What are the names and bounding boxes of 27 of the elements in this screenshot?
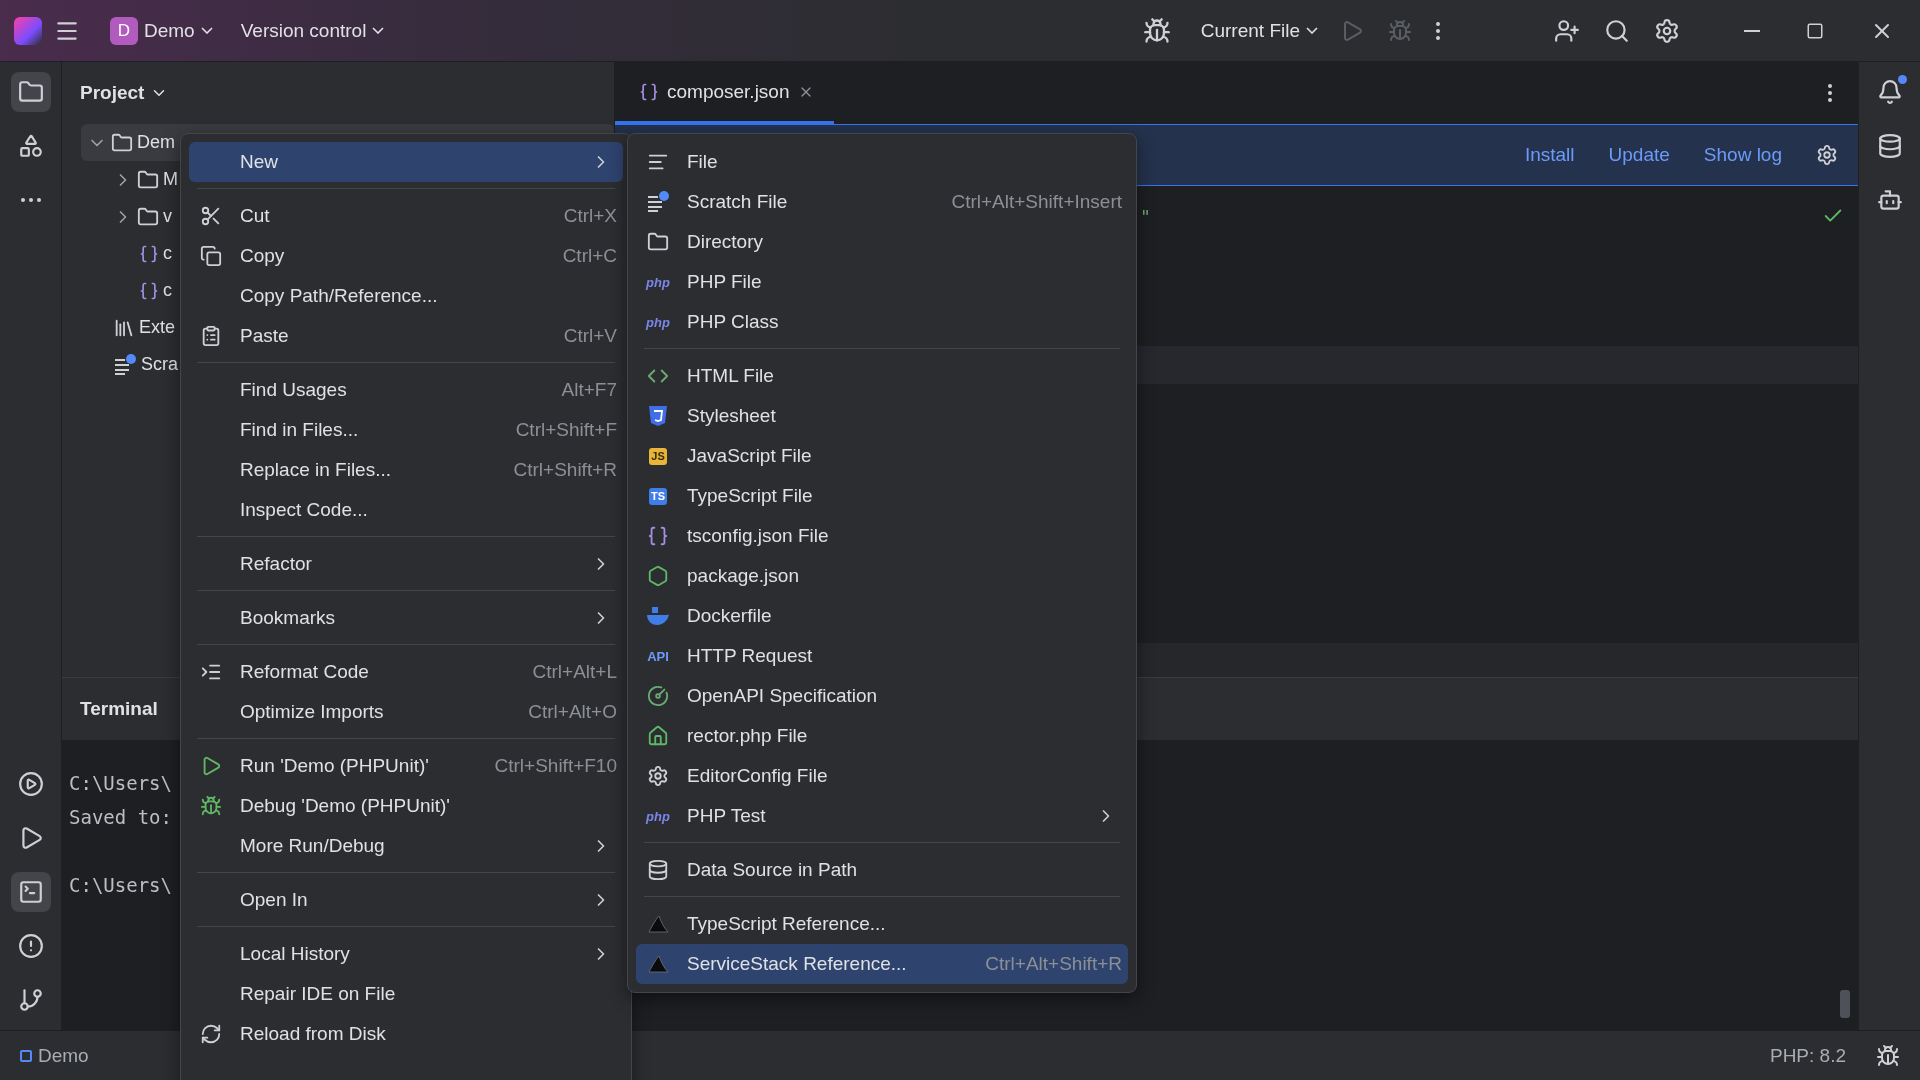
shortcut-text: Ctrl+Alt+O [527,701,617,723]
file-type-label: API [647,649,669,663]
code-text: " [1140,205,1151,227]
vcs-label: Version control [240,19,367,42]
php-version-text: PHP: 8.2 [1769,1044,1846,1067]
run-config-label: Current File [1200,19,1300,42]
terminal-line: Saved to: [69,806,172,830]
shortcut-text: Ctrl+Shift+R [512,459,617,481]
shortcut-text: Ctrl+Alt+Shift+Insert [950,191,1122,213]
project-name: Demo [144,19,195,42]
shortcut-text: Ctrl+Alt+Shift+R [984,953,1122,975]
status-project: Demo [20,1044,89,1067]
shortcut-text: Ctrl+V [562,325,617,347]
shortcut-text: Ctrl+Shift+F10 [493,755,617,777]
terminal-line: C:\Users\ [69,874,172,898]
file-type-label: php [646,315,670,329]
file-type-label: php [646,275,670,289]
file-type-label: TS [648,487,668,505]
shortcut-text: Ctrl+X [562,205,617,227]
terminal-line: C:\Users\ [69,772,172,796]
file-type-label: JS [649,447,667,465]
project-initial: D [110,16,138,45]
shortcut-text: Ctrl+Shift+F [514,419,617,441]
shortcut-text: Ctrl+C [561,245,617,267]
shortcut-text: Alt+F7 [560,379,617,401]
file-type-label: php [646,809,670,823]
shortcut-text: Ctrl+Alt+L [531,661,617,683]
